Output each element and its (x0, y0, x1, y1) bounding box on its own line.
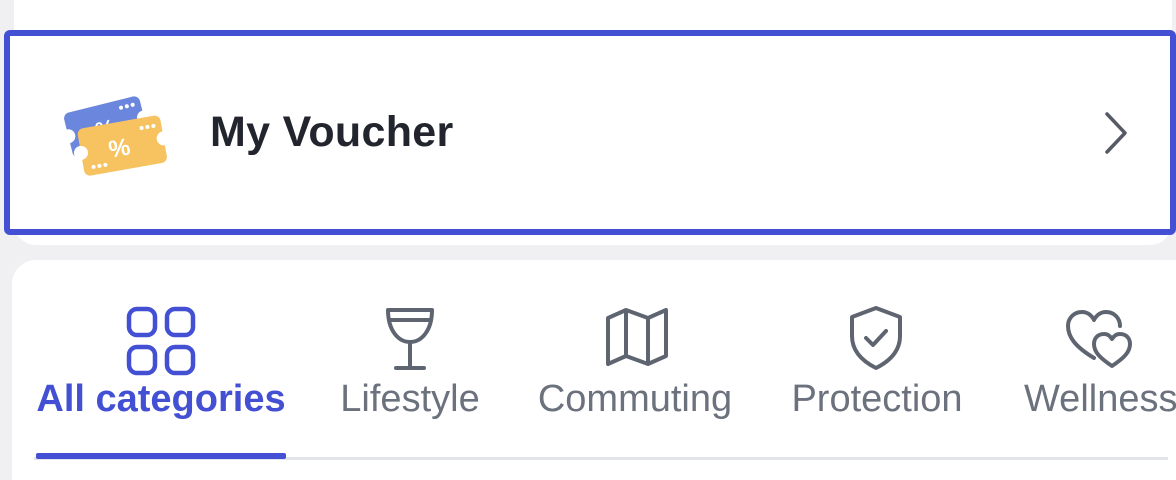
map-icon (606, 308, 668, 366)
voucher-ticket-icon: % % (61, 96, 168, 176)
my-voucher-row[interactable]: % % My Voucher (4, 30, 1176, 235)
tab-label: All categories (36, 378, 286, 420)
tab-label: Protection (791, 378, 963, 420)
tab-all-categories[interactable]: All categories (34, 260, 288, 460)
tab-label: Wellness (1024, 378, 1176, 420)
grid-icon (126, 306, 196, 376)
tab-protection[interactable]: Protection (782, 260, 972, 460)
wine-glass-icon (386, 308, 434, 370)
category-tabs: All categories Lifestyle Commuting Prote… (12, 260, 1176, 480)
tab-label: Commuting (537, 378, 733, 420)
hearts-icon (1066, 310, 1132, 368)
shield-check-icon (850, 306, 902, 370)
tab-commuting[interactable]: Commuting (532, 260, 738, 460)
voucher-title: My Voucher (210, 108, 454, 156)
chevron-right-icon (1105, 112, 1127, 154)
tab-label: Lifestyle (340, 378, 480, 420)
tab-lifestyle[interactable]: Lifestyle (326, 260, 494, 460)
tab-wellness[interactable]: Wellness (1018, 260, 1176, 460)
active-tab-indicator (36, 453, 286, 459)
